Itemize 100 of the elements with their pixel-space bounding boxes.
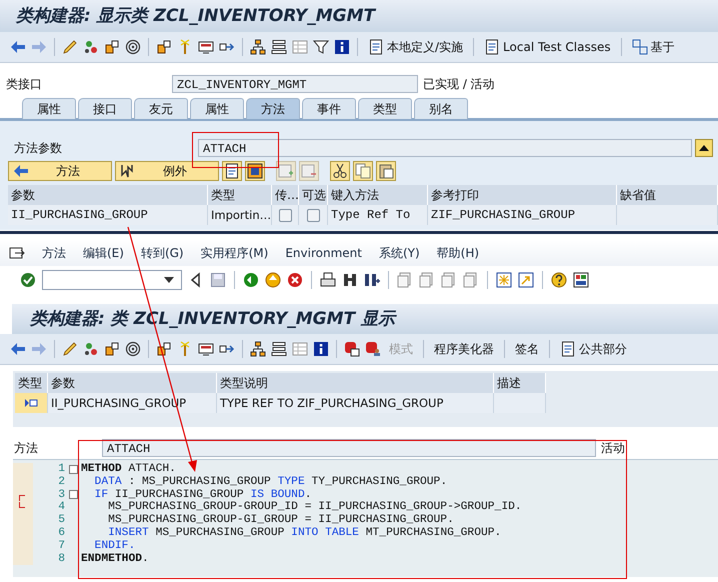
spiral-icon[interactable] [125, 39, 141, 55]
method-name-field[interactable]: ATTACH [102, 439, 596, 457]
up-icon[interactable] [265, 272, 281, 288]
stack-icon[interactable] [271, 39, 287, 55]
line-number: 5 [57, 514, 65, 527]
copy-icon [355, 163, 371, 179]
column-header: 可选 [299, 185, 328, 205]
table-cell: ZIF_PURCHASING_GROUP [428, 205, 617, 225]
tab[interactable]: 事件 [302, 98, 356, 119]
blocks-icon[interactable] [156, 39, 172, 55]
hierarchy-icon[interactable] [250, 39, 266, 55]
line-number: 2 [57, 476, 65, 489]
code-line: INSERT MS_PURCHASING_GROUP INTO TABLE MT_PURCHASING_GROUP. [107, 526, 502, 540]
document-icon [560, 341, 576, 357]
icon-button[interactable] [222, 161, 242, 181]
tab[interactable]: 方法 [246, 98, 300, 119]
check-icon[interactable] [20, 272, 36, 288]
pages-icon[interactable] [397, 272, 413, 288]
tab[interactable]: 类型 [358, 98, 412, 119]
tab[interactable]: 别名 [414, 98, 468, 119]
code-line: ENDIF. [94, 540, 136, 553]
toolbar-button[interactable]: 公共部分 [557, 338, 630, 360]
method-name-field[interactable]: ATTACH [198, 139, 692, 157]
floppy-icon[interactable] [210, 272, 226, 288]
code-line: DATA : MS_PURCHASING_GROUP TYPE TY_PURCHASING_GROUP. [94, 476, 448, 489]
table-icon[interactable] [292, 39, 308, 55]
fold-toggle[interactable] [68, 464, 78, 474]
dots-icon[interactable] [83, 341, 99, 357]
toolbar-button[interactable]: Local Test Classes [481, 37, 614, 57]
back-icon[interactable] [243, 272, 259, 288]
funnel-icon[interactable] [313, 39, 329, 55]
icon-button[interactable] [376, 161, 396, 181]
lightning-icon [120, 163, 136, 179]
printer-icon[interactable] [320, 272, 336, 288]
line-number: 7 [57, 540, 65, 553]
pages-icon[interactable] [419, 272, 435, 288]
tab-switch-button[interactable]: 例外 [115, 161, 219, 181]
column-header: 参考打印 [428, 185, 617, 205]
grid-star-icon[interactable] [496, 272, 512, 288]
blocks-icon[interactable] [104, 341, 120, 357]
info-icon[interactable] [313, 341, 329, 357]
table-icon[interactable] [292, 341, 308, 357]
menu-item[interactable]: 实用程序(M) [200, 244, 268, 262]
info-icon[interactable] [334, 39, 350, 55]
column-header: 传… [272, 185, 299, 205]
window-title: 类构建器: 显示类 ZCL_INVENTORY_MGMT [0, 0, 718, 32]
pencil-icon[interactable] [62, 39, 78, 55]
scroll-up-button[interactable] [695, 139, 713, 157]
class-name-field[interactable]: ZCL_INVENTORY_MGMT [172, 75, 418, 93]
pages-icon[interactable] [441, 272, 457, 288]
cancel-icon[interactable] [287, 272, 303, 288]
column-header: 参数 [8, 185, 208, 205]
table-cell: TYPE REF TO ZIF_PURCHASING_GROUP [217, 393, 494, 413]
arrow-left-icon[interactable] [10, 341, 26, 357]
stack-icon[interactable] [271, 341, 287, 357]
tab[interactable]: 属性 [190, 98, 244, 119]
table-cell: Type Ref To [328, 205, 428, 225]
arrow-left-icon[interactable] [10, 39, 26, 55]
spiral-icon[interactable] [125, 341, 141, 357]
blocks-icon[interactable] [156, 341, 172, 357]
tab[interactable]: 接口 [78, 98, 132, 119]
dots-icon[interactable] [83, 39, 99, 55]
code-line: ENDMETHOD. [81, 552, 149, 566]
menu-item[interactable]: 编辑(E) [83, 244, 124, 262]
toolbar-button[interactable]: 基于 [628, 36, 678, 58]
menu-item[interactable]: Environment [285, 246, 362, 260]
menu-item[interactable]: 系统(Y) [378, 244, 420, 262]
hierarchy-icon[interactable] [250, 341, 266, 357]
pencil-icon[interactable] [62, 341, 78, 357]
icon-button[interactable] [330, 161, 350, 181]
toolbar-button[interactable]: 本地定义/实施 [365, 36, 466, 58]
monitor-icon[interactable] [198, 39, 214, 55]
command-field[interactable] [42, 270, 182, 290]
remove-row-icon [301, 163, 317, 179]
tab-switch-button[interactable]: 方法 [8, 161, 112, 181]
table-cell [494, 393, 546, 413]
column-header: 类型 [208, 185, 272, 205]
fold-toggle[interactable] [68, 490, 78, 500]
toolbar-button[interactable]: 程序美化器 [431, 338, 497, 360]
icon-button[interactable] [245, 161, 265, 181]
document-icon [484, 39, 500, 55]
column-header: 描述 [494, 373, 546, 393]
tab[interactable]: 友元 [134, 98, 188, 119]
layout-icon[interactable] [573, 272, 589, 288]
help-icon[interactable] [551, 272, 567, 288]
menu-item[interactable]: 帮助(H) [436, 244, 480, 262]
tab[interactable]: 属性 [22, 98, 76, 119]
pages-icon[interactable] [463, 272, 479, 288]
menu-item[interactable]: 转到(G) [140, 244, 184, 262]
column-header: 参数 [48, 373, 217, 393]
scissors-icon [332, 163, 348, 179]
checkbox[interactable] [306, 208, 320, 222]
field-label: 方法 [14, 440, 39, 456]
stop-icon[interactable] [344, 341, 360, 357]
stop-person-icon[interactable] [365, 341, 381, 357]
checkbox[interactable] [278, 208, 292, 222]
toolbar-button[interactable]: 签名 [512, 338, 542, 360]
menu-item[interactable]: 方法 [42, 244, 66, 262]
blocks-icon[interactable] [104, 39, 120, 55]
monitor-icon[interactable] [198, 341, 214, 357]
